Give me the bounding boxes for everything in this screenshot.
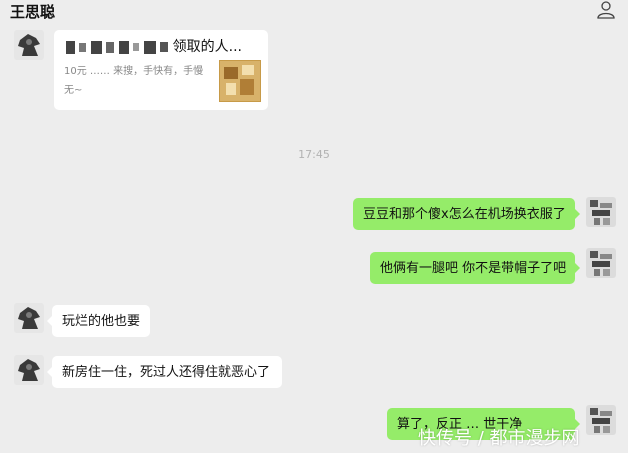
user-avatar[interactable] [586, 248, 616, 278]
shared-link-card[interactable]: 领取的人... 10元 …… 来搜，手快有，手慢无~ [54, 30, 268, 110]
incoming-message[interactable]: 玩烂的他也要 [47, 305, 150, 337]
outgoing-message[interactable]: 他俩有一腿吧 你不是带帽子了吧 [370, 252, 580, 284]
watermark: 快传号 / 都市漫步网 [418, 428, 580, 449]
blurred-text [66, 39, 173, 55]
link-card-thumbnail [219, 60, 261, 102]
incoming-message[interactable]: 新房住一住，死过人还得住就恶心了 [47, 356, 282, 388]
message-text: 玩烂的他也要 [62, 314, 141, 329]
contact-avatar[interactable] [14, 303, 44, 333]
link-card-title-text: 领取的人... [172, 39, 242, 55]
message-text: 新房住一住，死过人还得住就恶心了 [62, 365, 271, 380]
person-icon [597, 1, 615, 19]
message-timestamp: 17:45 [298, 148, 330, 161]
user-avatar[interactable] [586, 197, 616, 227]
profile-button[interactable] [596, 0, 616, 20]
message-text: 豆豆和那个傻x怎么在机场换衣服了 [363, 207, 566, 222]
link-card-description: 10元 …… 来搜，手快有，手慢无~ [64, 66, 204, 96]
outgoing-message[interactable]: 豆豆和那个傻x怎么在机场换衣服了 [353, 198, 580, 230]
link-card-title: 领取的人... [66, 36, 242, 56]
contact-avatar[interactable] [14, 355, 44, 385]
chat-title: 王思聪 [10, 3, 56, 21]
chat-header: 王思聪 [0, 0, 628, 26]
user-avatar[interactable] [586, 405, 616, 435]
message-text: 他俩有一腿吧 你不是带帽子了吧 [380, 261, 567, 276]
contact-avatar[interactable] [14, 30, 44, 60]
